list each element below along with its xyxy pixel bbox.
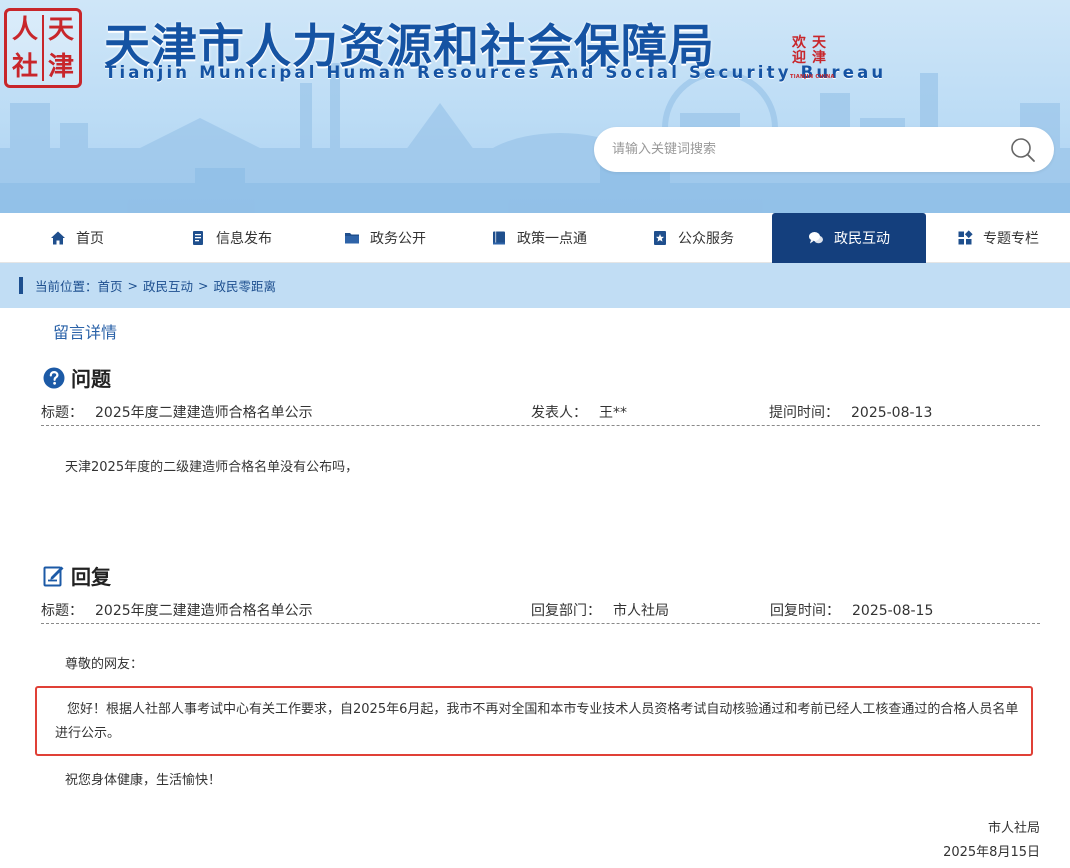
- meta-key: 回复时间：: [770, 603, 840, 619]
- question-body: 天津2025年度的二级建造师合格名单没有公布吗，: [65, 460, 359, 475]
- reply-date: 2025年8月15日: [943, 845, 1040, 860]
- breadcrumb-separator: >: [127, 278, 139, 293]
- main-nav: 首页 信息发布 政务公开 政策一点通 公众服务 政民互动 专题专栏: [0, 213, 1070, 263]
- chat-icon: [809, 232, 823, 244]
- nav-label: 政策一点通: [517, 231, 587, 247]
- search-icon[interactable]: [1010, 137, 1036, 163]
- seal-char: 迎: [792, 50, 806, 66]
- site-subtitle: Tianjin Municipal Human Resources And So…: [105, 63, 887, 82]
- hrss-seal-logo: 人 天 社 津: [4, 8, 82, 88]
- nav-label: 政务公开: [370, 231, 426, 247]
- nav-item-home[interactable]: 首页: [0, 213, 154, 263]
- question-author-cell: 发表人： 王**: [531, 402, 627, 422]
- reply-dept-cell: 回复部门： 市人社局: [531, 600, 669, 620]
- seal-char: 天: [47, 14, 74, 45]
- breadcrumb-separator: >: [198, 278, 209, 293]
- meta-key: 标题：: [41, 603, 83, 619]
- breadcrumb-link-interaction[interactable]: 政民互动: [143, 276, 193, 295]
- nav-item-info[interactable]: 信息发布: [154, 213, 308, 263]
- seal-char: 天: [812, 35, 826, 51]
- meta-key: 标题：: [41, 405, 83, 421]
- reply-body-text: 您好！根据人社部人事考试中心有关工作要求，自2025年6月起，我市不再对全国和本…: [55, 702, 1019, 741]
- breadcrumb-marker: [19, 277, 23, 294]
- reply-heading: 回复: [43, 561, 111, 590]
- reply-signature: 市人社局: [987, 821, 1040, 836]
- question-icon: [43, 367, 65, 388]
- reply-greeting: 尊敬的网友：: [65, 657, 144, 672]
- question-heading: 问题: [43, 363, 111, 392]
- highlighted-reply-body: 您好！根据人社部人事考试中心有关工作要求，自2025年6月起，我市不再对全国和本…: [35, 686, 1033, 756]
- folder-icon: [345, 233, 359, 244]
- seal-char: 欢: [792, 35, 806, 51]
- question-time-value: 2025-08-13: [851, 405, 933, 421]
- meta-key: 发表人：: [531, 405, 587, 421]
- breadcrumb-prefix: 当前位置：: [35, 279, 98, 294]
- grid-icon: [958, 230, 973, 245]
- reply-title-value: 2025年度二建建造师合格名单公示: [95, 603, 313, 619]
- tianjin-welcome-seal: 欢 天 迎 津 TIANJIN CHINA: [790, 34, 836, 81]
- detail-tab-title: 留言详情: [53, 323, 118, 342]
- reply-title-cell: 标题： 2025年度二建建造师合格名单公示: [41, 600, 313, 620]
- seal-char: 社: [11, 51, 38, 82]
- home-icon: [51, 231, 65, 245]
- question-title-value: 2025年度二建建造师合格名单公示: [95, 405, 313, 421]
- nav-item-topics[interactable]: 专题专栏: [926, 213, 1070, 263]
- seal-char: 津: [812, 50, 826, 66]
- search-box: [594, 127, 1054, 172]
- reply-meta-row: 标题： 2025年度二建建造师合格名单公示 回复部门： 市人社局 回复时间： 2025…: [41, 600, 1040, 624]
- document-icon: [193, 231, 203, 245]
- seal-char: 津: [47, 51, 74, 82]
- nav-item-affairs[interactable]: 政务公开: [308, 213, 462, 263]
- book-icon: [493, 231, 505, 245]
- nav-label: 信息发布: [216, 231, 272, 247]
- question-time-cell: 提问时间： 2025-08-13: [769, 402, 932, 422]
- reply-closing: 祝您身体健康，生活愉快！: [65, 773, 222, 788]
- nav-item-services[interactable]: 公众服务: [616, 213, 770, 263]
- nav-label: 政民互动: [834, 231, 890, 247]
- reply-heading-text: 回复: [71, 565, 111, 589]
- message-detail: 留言详情 问题 标题： 2025年度二建建造师合格名单公示 发表人： 王** 提问时…: [0, 308, 1070, 868]
- star-badge-icon: [654, 231, 666, 245]
- nav-item-interaction[interactable]: 政民互动: [772, 213, 926, 263]
- nav-label: 专题专栏: [983, 231, 1039, 247]
- nav-item-policy[interactable]: 政策一点通: [462, 213, 616, 263]
- question-heading-text: 问题: [71, 367, 111, 391]
- meta-key: 提问时间：: [769, 405, 839, 421]
- reply-dept-value: 市人社局: [613, 603, 669, 619]
- breadcrumb-link-zero-distance[interactable]: 政民零距离: [214, 276, 277, 295]
- header-banner: 人 天 社 津 天津市人力资源和社会保障局 Tianjin Municipal …: [0, 0, 1070, 213]
- meta-key: 回复部门：: [531, 603, 601, 619]
- seal-char: 人: [11, 14, 38, 45]
- edit-note-icon: [43, 566, 64, 586]
- breadcrumb-link-home[interactable]: 首页: [98, 276, 123, 295]
- reply-time-value: 2025-08-15: [852, 603, 934, 619]
- question-title-cell: 标题： 2025年度二建建造师合格名单公示: [41, 402, 313, 422]
- nav-label: 公众服务: [678, 231, 734, 247]
- seal-tiny-text: TIANJIN CHINA: [790, 74, 835, 80]
- search-input[interactable]: [612, 127, 992, 172]
- breadcrumb: 当前位置： 首页 > 政民互动 > 政民零距离: [0, 263, 1070, 308]
- nav-label: 首页: [76, 231, 104, 247]
- question-author-value: 王**: [599, 405, 627, 421]
- question-meta-row: 标题： 2025年度二建建造师合格名单公示 发表人： 王** 提问时间： 2025-0…: [41, 402, 1040, 426]
- reply-time-cell: 回复时间： 2025-08-15: [770, 600, 933, 620]
